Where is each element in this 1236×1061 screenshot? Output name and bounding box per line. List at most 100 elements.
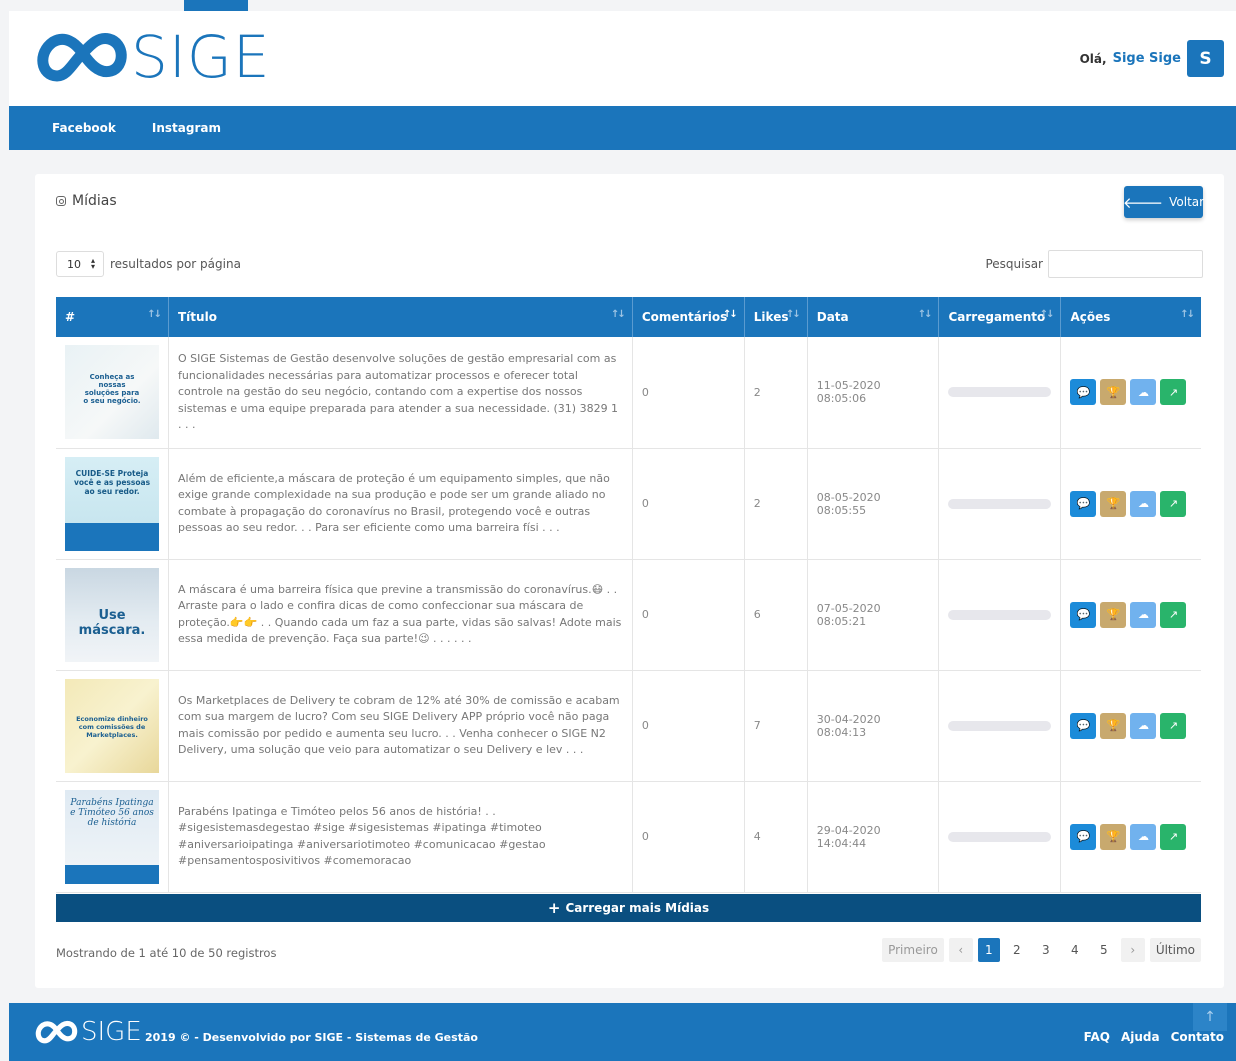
external-link-icon: ↗ bbox=[1168, 719, 1179, 732]
media-title: Além de eficiente,a máscara de proteção … bbox=[168, 448, 633, 560]
pagination-page-1[interactable]: 1 bbox=[977, 938, 1000, 962]
column-header-comments[interactable]: Comentários ↑↓ bbox=[632, 297, 745, 337]
column-header-date[interactable]: Data ↑↓ bbox=[807, 297, 940, 337]
download-button[interactable]: ☁ bbox=[1130, 379, 1157, 406]
footer-link-help[interactable]: Ajuda bbox=[1121, 1030, 1160, 1044]
media-thumbnail[interactable]: Economize dinheiro com comissões de Mark… bbox=[65, 678, 159, 773]
brand-wordmark: SIGE bbox=[131, 23, 271, 91]
page-length-suffix: resultados por página bbox=[110, 257, 241, 271]
pagination-page-5[interactable]: 5 bbox=[1092, 938, 1116, 962]
page-title-text: Mídias bbox=[72, 193, 117, 209]
main-nav: Facebook Instagram bbox=[9, 106, 1236, 150]
open-link-button[interactable]: ↗ bbox=[1160, 601, 1187, 628]
trophy-button[interactable]: 🏆 bbox=[1100, 379, 1127, 406]
comment-button[interactable]: 💬 bbox=[1070, 379, 1097, 406]
table-header-row: # ↑↓ Título ↑↓ Comentários ↑↓ Likes ↑↓ Data ↑… bbox=[56, 297, 1201, 337]
back-button[interactable]: 🡐 Voltar bbox=[1122, 186, 1204, 218]
download-button[interactable]: ☁ bbox=[1130, 712, 1157, 739]
sort-icon: ↑↓ bbox=[147, 309, 162, 320]
table-row: CUIDE-SE Proteja você e as pessoas ao se… bbox=[56, 448, 1201, 560]
open-link-button[interactable]: ↗ bbox=[1160, 712, 1187, 739]
nav-item-instagram[interactable]: Instagram bbox=[152, 121, 221, 135]
download-button[interactable]: ☁ bbox=[1130, 823, 1157, 850]
trophy-icon: 🏆 bbox=[1106, 608, 1121, 621]
table-row: Use máscara. A máscara é uma barreira fí… bbox=[56, 559, 1201, 671]
media-thumbnail[interactable]: Use máscara. bbox=[65, 567, 159, 662]
trophy-icon: 🏆 bbox=[1106, 830, 1121, 843]
cloud-download-icon: ☁ bbox=[1137, 385, 1149, 399]
comment-icon: 💬 bbox=[1076, 497, 1091, 510]
pagination-next[interactable]: › bbox=[1120, 938, 1145, 962]
external-link-icon: ↗ bbox=[1168, 385, 1179, 399]
infinity-logo-icon bbox=[35, 1020, 78, 1044]
comment-button[interactable]: 💬 bbox=[1070, 601, 1097, 628]
cloud-download-icon: ☁ bbox=[1137, 497, 1149, 510]
column-header-upload[interactable]: Carregamento ↑↓ bbox=[938, 297, 1062, 337]
upload-cell bbox=[938, 670, 1062, 782]
comment-icon: 💬 bbox=[1076, 830, 1091, 843]
footer-link-contact[interactable]: Contato bbox=[1171, 1030, 1224, 1044]
pagination-last[interactable]: Último bbox=[1149, 938, 1201, 962]
column-header-likes[interactable]: Likes ↑↓ bbox=[744, 297, 808, 337]
footer-link-faq[interactable]: FAQ bbox=[1084, 1030, 1110, 1044]
media-thumbnail[interactable]: CUIDE-SE Proteja você e as pessoas ao se… bbox=[65, 456, 159, 551]
open-link-button[interactable]: ↗ bbox=[1160, 490, 1187, 517]
infinity-logo-icon bbox=[37, 33, 127, 82]
comment-button[interactable]: 💬 bbox=[1070, 712, 1097, 739]
column-header-title[interactable]: Título ↑↓ bbox=[168, 297, 633, 337]
pagination-prev[interactable]: ‹ bbox=[948, 938, 973, 962]
upload-progress-bar bbox=[948, 498, 1052, 509]
load-more-button[interactable]: + Carregar mais Mídias bbox=[56, 894, 1201, 922]
brand-logo[interactable]: SIGE bbox=[33, 28, 271, 86]
arrow-up-icon: ↑ bbox=[1204, 1009, 1216, 1025]
open-link-button[interactable]: ↗ bbox=[1160, 379, 1187, 406]
avatar[interactable]: S bbox=[1187, 40, 1224, 77]
cloud-download-icon: ☁ bbox=[1137, 719, 1149, 732]
download-button[interactable]: ☁ bbox=[1130, 601, 1157, 628]
open-link-button[interactable]: ↗ bbox=[1160, 823, 1187, 850]
media-title: O SIGE Sistemas de Gestão desenvolve sol… bbox=[168, 337, 633, 449]
likes-count: 7 bbox=[744, 670, 808, 782]
user-name-link[interactable]: Sige Sige bbox=[1113, 51, 1181, 66]
comments-count: 0 bbox=[632, 559, 745, 671]
scroll-to-top-button[interactable]: ↑ bbox=[1193, 1003, 1227, 1031]
comment-button[interactable]: 💬 bbox=[1070, 823, 1097, 850]
comments-count: 0 bbox=[632, 781, 745, 893]
sort-icon: ↑↓ bbox=[1180, 309, 1195, 320]
table-row: Economize dinheiro com comissões de Mark… bbox=[56, 670, 1201, 782]
page-length-select[interactable]: 10 ▴ ▾ bbox=[56, 251, 104, 277]
pagination-first[interactable]: Primeiro bbox=[882, 938, 944, 962]
likes-count: 2 bbox=[744, 448, 808, 560]
media-thumbnail[interactable]: Conheça as nossas soluções para o seu ne… bbox=[65, 345, 159, 440]
trophy-button[interactable]: 🏆 bbox=[1100, 601, 1127, 628]
download-button[interactable]: ☁ bbox=[1130, 490, 1157, 517]
trophy-button[interactable]: 🏆 bbox=[1100, 490, 1127, 517]
arrow-left-icon: 🡐 bbox=[1122, 193, 1164, 212]
column-header-id[interactable]: # ↑↓ bbox=[56, 297, 169, 337]
column-header-actions[interactable]: Ações ↑↓ bbox=[1060, 297, 1201, 337]
comment-button[interactable]: 💬 bbox=[1070, 490, 1097, 517]
table-row: Conheça as nossas soluções para o seu ne… bbox=[56, 337, 1201, 449]
external-link-icon: ↗ bbox=[1168, 830, 1179, 843]
trophy-icon: 🏆 bbox=[1106, 497, 1121, 510]
nav-item-facebook[interactable]: Facebook bbox=[52, 121, 116, 135]
pagination-page-3[interactable]: 3 bbox=[1034, 938, 1058, 962]
sort-icon: ↑↓ bbox=[917, 309, 933, 320]
pagination-page-4[interactable]: 4 bbox=[1063, 938, 1087, 962]
trophy-button[interactable]: 🏆 bbox=[1100, 823, 1127, 850]
footer-wordmark: SIGE bbox=[81, 1017, 142, 1047]
top-tab-stub bbox=[184, 0, 248, 11]
search-input[interactable] bbox=[1048, 250, 1203, 278]
site-footer: SIGE 2019 © - Desenvolvido por SIGE - Si… bbox=[9, 1003, 1236, 1061]
column-label: Comentários bbox=[641, 310, 728, 324]
media-date: 07-05-2020 08:05:21 bbox=[807, 559, 940, 671]
media-date: 11-05-2020 08:05:06 bbox=[807, 337, 940, 449]
pagination-page-2[interactable]: 2 bbox=[1005, 938, 1029, 962]
thumb-cell: Parabéns Ipatinga e Timóteo 56 anos de h… bbox=[56, 781, 169, 893]
comment-icon: 💬 bbox=[1076, 608, 1091, 621]
media-thumbnail[interactable]: Parabéns Ipatinga e Timóteo 56 anos de h… bbox=[65, 789, 159, 884]
trophy-button[interactable]: 🏆 bbox=[1100, 712, 1127, 739]
footer-logo[interactable]: SIGE bbox=[33, 1019, 142, 1045]
greeting-label: Olá, bbox=[1079, 51, 1107, 66]
search-control: Pesquisar bbox=[985, 250, 1203, 278]
